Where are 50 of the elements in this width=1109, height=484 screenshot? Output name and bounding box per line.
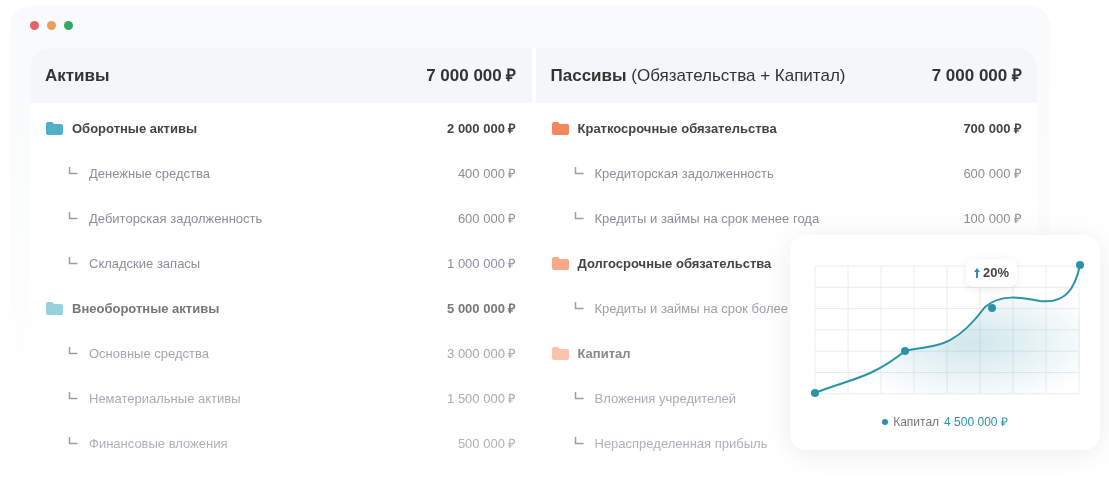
branch-icon — [68, 391, 78, 400]
branch-icon — [573, 391, 584, 400]
group-amount: 5 000 000 ₽ — [447, 299, 517, 318]
item-amount: 500 000 ₽ — [457, 434, 517, 453]
group-name: Капитал — [577, 344, 631, 363]
item-amount: 1 000 000 ₽ — [447, 254, 517, 273]
chart-point — [1076, 261, 1084, 269]
item-amount: 600 000 ₽ — [457, 209, 517, 228]
branch-icon — [68, 436, 78, 445]
branch-icon — [68, 211, 78, 220]
group-name: Краткосрочные обязательства — [577, 119, 777, 138]
column-title: Пассивы (Обязательства + Капитал) — [550, 64, 846, 87]
column-title: Активы — [45, 64, 110, 87]
growth-value: 20% — [983, 264, 1010, 283]
group-amount: 2 000 000 ₽ — [447, 119, 517, 138]
item-name: Кредиты и займы на срок менее года — [594, 209, 820, 228]
item-amount: 600 000 ₽ — [963, 164, 1022, 183]
item-name: Денежные средства — [89, 164, 211, 183]
group-name: Внеоборотные активы — [72, 299, 220, 318]
item-name: Кредиторская задолженность — [594, 164, 774, 183]
item-name: Нераспределенная прибыль — [594, 434, 768, 453]
branch-icon — [68, 346, 78, 355]
branch-icon — [573, 211, 584, 220]
item-amount: 100 000 ₽ — [963, 209, 1022, 228]
branch-icon — [68, 256, 78, 265]
item-name: Вложения учредителей — [594, 389, 736, 408]
item-name: Дебиторская задолженность — [89, 209, 263, 228]
group-name: Оборотные активы — [72, 119, 197, 138]
item-amount: 400 000 ₽ — [457, 164, 517, 183]
branch-icon — [68, 166, 78, 175]
item-name: Кредиты и займы на срок более — [594, 299, 788, 318]
column-total: 7 000 000 ₽ — [931, 64, 1022, 87]
branch-icon — [573, 166, 584, 175]
branch-icon — [573, 436, 584, 445]
chart-point — [811, 389, 819, 397]
column-total: 7 000 000 ₽ — [426, 64, 517, 87]
item-amount: 1 500 000 ₽ — [447, 389, 517, 408]
item-name: Складские запасы — [89, 254, 201, 273]
chart-point — [988, 304, 996, 312]
item-amount: 3 000 000 ₽ — [447, 344, 517, 363]
branch-icon — [573, 301, 584, 310]
legend-value: 4 500 000 ₽ — [944, 414, 1008, 431]
legend-label: Капитал — [893, 414, 940, 431]
item-name: Финансовые вложения — [89, 434, 228, 453]
item-name: Основные средства — [89, 344, 209, 363]
item-name: Нематериальные активы — [89, 389, 241, 408]
group-name: Долгосрочные обязательства — [577, 254, 772, 273]
chart-point — [901, 347, 909, 355]
group-amount: 700 000 ₽ — [963, 119, 1022, 138]
arrow-up-icon — [974, 268, 980, 278]
